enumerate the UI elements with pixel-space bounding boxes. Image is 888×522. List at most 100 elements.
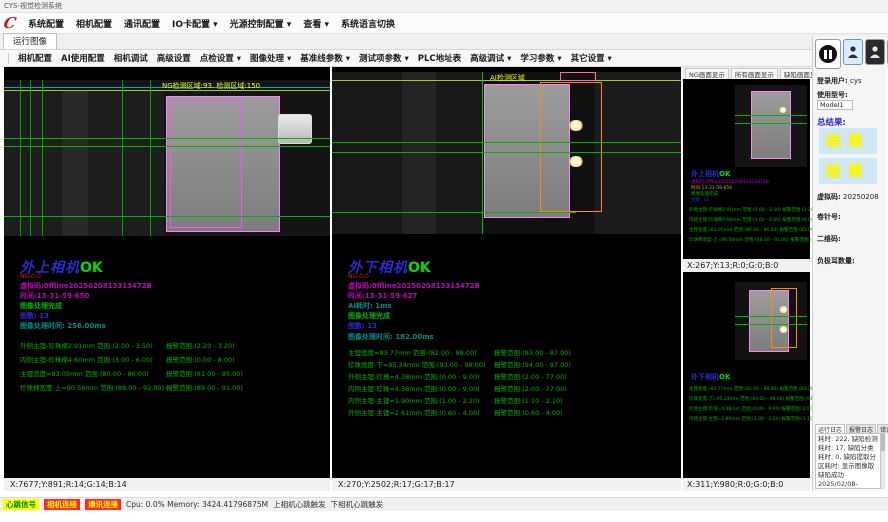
tool-baseline-params[interactable]: 基准线参数 ▾ — [300, 52, 350, 64]
needle-field: 卷针号: — [817, 212, 841, 222]
baseline-vertical-4 — [122, 80, 123, 236]
machine-right-block — [594, 72, 681, 234]
measure-line-1 — [4, 138, 330, 139]
tool-image-processing[interactable]: 图像处理 ▾ — [250, 52, 291, 64]
measurement-row: 外侧主锂-珍珠=4.38mm 范围:(0.00 - 9.00)报警范围:(2.0… — [348, 371, 567, 381]
login-user-value: cys — [850, 77, 862, 85]
tool-ai-use-config[interactable]: AI使用配置 — [61, 52, 105, 64]
tool-camera-config[interactable]: 相机配置 — [18, 52, 52, 64]
baseline-vertical-5 — [150, 80, 151, 236]
barcode-field: 虚拟码: 20250208 — [817, 192, 879, 202]
frame-count: 图数: 13 — [348, 321, 377, 331]
pixel-coordinates-readout: X:267;Y:13;R:0;G:0;B:0 — [683, 259, 810, 272]
user-switch-button[interactable] — [865, 39, 885, 65]
ok-status: OK — [80, 260, 103, 276]
menubar: C 系统配置 相机配置 通讯配置 IO卡配置 ▾ 光源控制配置 ▾ 查看 ▾ 系… — [0, 13, 888, 34]
thumbnail-panel-2[interactable]: 外下相机OK 主锂宽度=83.77mm 范围:(82.00 - 88.00) 报… — [683, 272, 810, 491]
measurement-row: 外侧主锂-珍珠棉2.91mm 范围:(2.00 - 3.50)报警范围:(2.2… — [20, 340, 235, 350]
log-scrollbar[interactable] — [881, 433, 885, 489]
tab-run-image[interactable]: 运行图像 — [3, 33, 57, 49]
led-highlight-1 — [568, 120, 584, 131]
pixel-coordinates-readout: X:311;Y:980;R:0;G:0;B:0 — [683, 478, 810, 491]
menu-io-config[interactable]: IO卡配置 ▾ — [172, 17, 218, 30]
virtual-barcode: 虚拟码:0ffline2025020813313472B — [348, 281, 480, 291]
menu-system-config[interactable]: 系统配置 — [28, 17, 64, 30]
led-highlight — [779, 326, 788, 333]
user-icon — [869, 45, 881, 59]
tool-spot-check[interactable]: 点检设置 ▾ — [200, 52, 241, 64]
log-text: 耗时: 222, 缺陷检测耗时: 17, 缺陷分类耗时: 0, 缺陷提取分区耗时… — [815, 433, 881, 489]
qrcode-field: 二维码: — [817, 234, 841, 244]
pixel-coordinates-readout: X:7677;Y:891;R:14;G:14;B:14 — [4, 478, 330, 491]
process-time: 图像处理时间: 182.00ms — [348, 332, 434, 342]
detection-roi-pink-top — [560, 72, 596, 81]
capture-time: 时间:13-31-59-627 — [348, 291, 417, 301]
result-box-2: 结果 — [819, 158, 877, 184]
camera-image-lower[interactable]: AI检测区域 — [332, 72, 681, 234]
tab-all-view[interactable]: 所有画面显示 — [731, 68, 778, 79]
virtual-barcode: 虚拟码:0ffline2025020813313472B — [20, 281, 152, 291]
thumbnail-image-1 — [735, 85, 807, 167]
pixel-coordinates-readout: X:270;Y:2502;R:17;G:17;B:17 — [332, 478, 681, 491]
detection-roi-orange — [771, 288, 797, 348]
measure-line — [735, 115, 807, 116]
tool-advanced-debug[interactable]: 高级调试 ▾ — [470, 52, 511, 64]
baseline-vertical-3 — [42, 80, 43, 236]
machine-column — [402, 72, 436, 234]
user-icon — [847, 45, 859, 59]
thumbnail-image-2 — [735, 282, 807, 360]
baseline-vertical — [482, 72, 483, 234]
tool-learning-params[interactable]: 学习参数 ▾ — [520, 52, 561, 64]
measure-line-2 — [332, 152, 681, 153]
pause-button[interactable] — [815, 39, 841, 69]
cpu-memory-readout: Cpu: 0.0% Memory: 3424.41796875M — [126, 500, 268, 509]
model-value-box[interactable]: Model1 — [817, 100, 853, 110]
measurement-row: 内侧主锂-珍珠棉4.60mm 范围:(3.00 - 6.00)报警范围:(0.0… — [20, 354, 235, 364]
result-box-1: 结果 — [819, 128, 877, 154]
toolbar-separator — [8, 53, 9, 64]
thumbnail-column: NG画面显示 所有画面显示 缺陷画面显示 外上相机OK 虚拟码:0ffline2… — [683, 67, 810, 491]
tool-advanced-settings[interactable]: 高级设置 — [157, 52, 191, 64]
scrollbar-thumb[interactable] — [881, 433, 885, 451]
user-login-button[interactable] — [843, 39, 863, 65]
measure-line — [735, 316, 807, 317]
measurement-row: 内侧主锂-主锂=1.90mm 范围:(1.00 - 2.20)报警范围:(1.1… — [348, 395, 563, 405]
led-highlight — [779, 306, 788, 313]
total-result-label: 总结果: — [817, 116, 846, 128]
measure-line-1 — [332, 142, 681, 143]
ng-note: NG:0;0 — [348, 273, 369, 280]
measure-line — [735, 123, 807, 124]
baseline-vertical-1 — [20, 80, 21, 236]
thumb-measure-row: 外侧主锂-珍珠棉2.91mm 范围:(2.00 - 3.50) 报警范围:(2.… — [689, 207, 830, 213]
machine-column — [62, 90, 88, 236]
thumbnail-camera-title: 外上相机OK — [691, 169, 730, 179]
measurement-row: 珍珠宽度-下=95.24mm 范围:(93.00 - 98.00)报警范围:(9… — [348, 359, 571, 369]
camera-image-upper[interactable]: NG检测区域:93. 检测区域:150 — [4, 80, 330, 236]
menu-language-switch[interactable]: 系统语言切换 — [341, 17, 395, 30]
barcode-value: 20250208 — [843, 193, 879, 201]
tab-ng-view[interactable]: NG画面显示 — [685, 68, 729, 79]
tabstrip: 运行图像 — [0, 34, 888, 50]
ai-roi-label: AI检测区域 — [490, 73, 525, 83]
baseline-vertical-2 — [30, 80, 31, 236]
tool-plc-address[interactable]: PLC地址表 — [418, 52, 461, 64]
thumb-measure-row: 外侧主锂-珍珠=4.38mm 范围:(0.00 - 9.00) 报警范围:(2.… — [689, 406, 832, 412]
tab-count-field: 负极耳数量: — [817, 256, 855, 266]
camera-panel-upper: NG检测区域:93. 检测区域:150 外上相机OK NG:0;0 虚拟码:0f… — [4, 67, 330, 491]
login-user-field: 登录用户: cys — [817, 76, 862, 86]
tool-camera-debug[interactable]: 相机调试 — [114, 52, 148, 64]
menu-camera-config[interactable]: 相机配置 — [76, 17, 112, 30]
control-panel: 登录用户: cys 使用型号: Model1 总结果: 结果 结果 虚拟码: 2… — [812, 36, 886, 491]
thumbnail-panel-1[interactable]: 外上相机OK 虚拟码:0ffline2025020813313472B 时间:1… — [683, 79, 810, 272]
measure-line — [735, 324, 807, 325]
app-logo-icon: C — [2, 14, 18, 32]
thumb-measure-row: 内侧主锂-珍珠棉4.60mm 范围:(3.00 - 6.00) 报警范围:(0.… — [689, 217, 830, 223]
menu-view[interactable]: 查看 ▾ — [303, 17, 329, 30]
detection-roi-magenta — [170, 100, 242, 228]
tool-other-settings[interactable]: 其它设置 ▾ — [571, 52, 612, 64]
measurement-row: 珍珠棉宽度-上=90.56mm 范围:(88.00 - 92.00)报警范围:(… — [20, 382, 243, 392]
menu-light-config[interactable]: 光源控制配置 ▾ — [230, 17, 292, 30]
tool-test-params[interactable]: 测试项参数 ▾ — [359, 52, 409, 64]
menu-comm-config[interactable]: 通讯配置 — [124, 17, 160, 30]
window-title: CYS-视觉检测系统 — [4, 2, 62, 10]
